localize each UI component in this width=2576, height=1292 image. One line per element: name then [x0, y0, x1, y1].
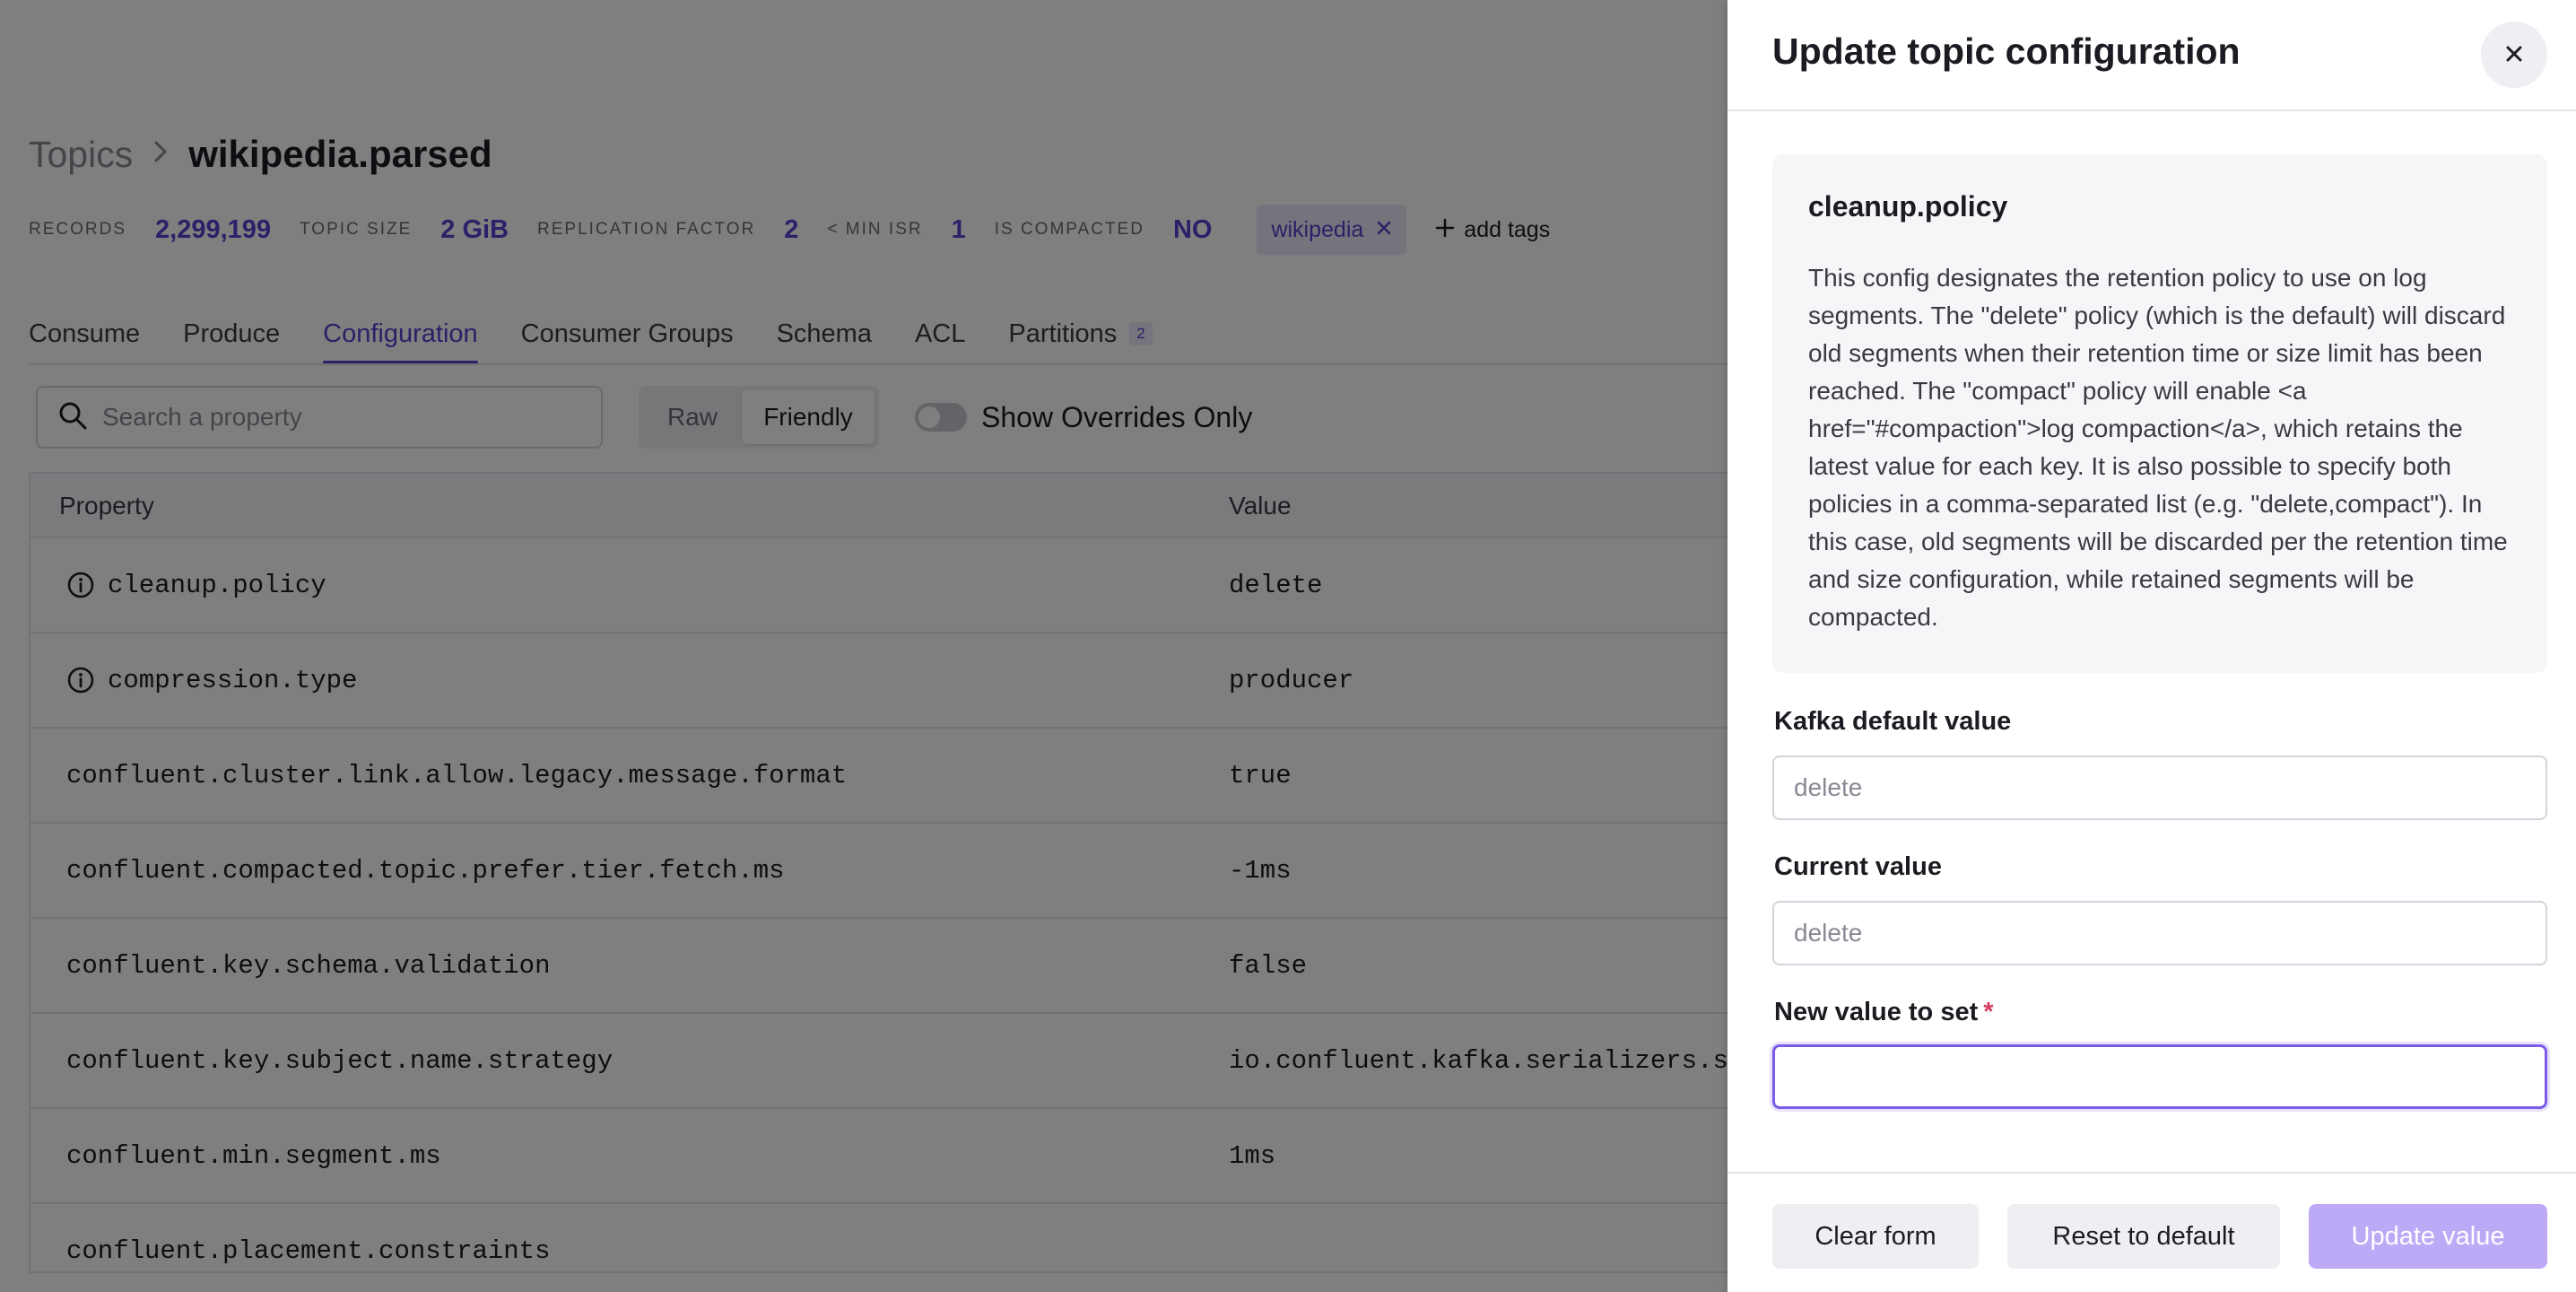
config-name: cleanup.policy	[1808, 190, 2008, 223]
drawer-title: Update topic configuration	[1772, 31, 2241, 72]
close-button[interactable]	[2481, 22, 2547, 88]
drawer-header: Update topic configuration	[1727, 0, 2576, 111]
new-value-input[interactable]	[1772, 1044, 2547, 1109]
clear-form-button[interactable]: Clear form	[1772, 1204, 1979, 1269]
default-value-field[interactable]	[1772, 755, 2547, 820]
new-value-label-text: New value to set	[1774, 998, 1979, 1026]
config-description: This config designates the retention pol…	[1808, 264, 2508, 631]
update-config-drawer: Update topic configuration cleanup.polic…	[1727, 0, 2576, 1292]
new-value-label: New value to set *	[1774, 998, 1994, 1027]
drawer-footer: Clear form Reset to default Update value	[1727, 1172, 2576, 1292]
update-value-button[interactable]: Update value	[2309, 1204, 2547, 1269]
required-marker: *	[1983, 998, 1994, 1026]
current-value-field[interactable]	[1772, 901, 2547, 965]
reset-to-default-button[interactable]: Reset to default	[2007, 1204, 2280, 1269]
default-value-label: Kafka default value	[1774, 707, 2012, 736]
close-icon	[2503, 43, 2525, 67]
config-description-card: cleanup.policy This config designates th…	[1772, 154, 2547, 673]
current-value-label: Current value	[1774, 852, 1942, 881]
